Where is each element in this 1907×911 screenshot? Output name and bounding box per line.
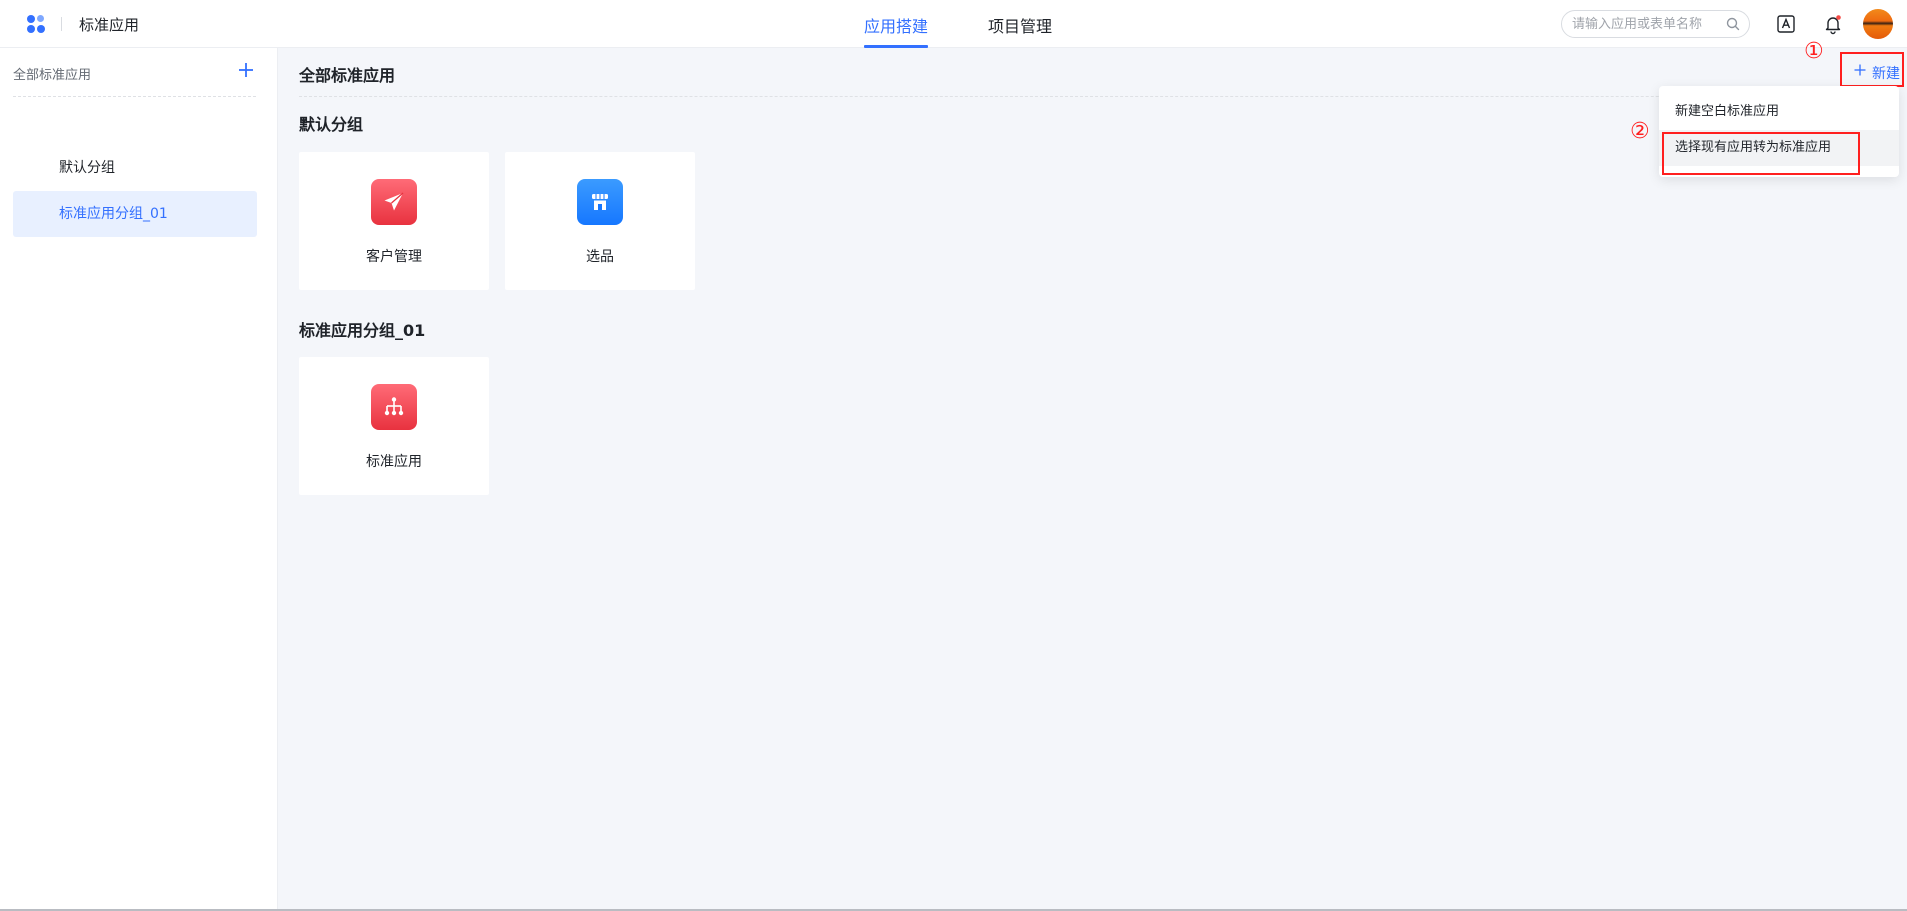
app-card-standard-app[interactable]: 标准应用 — [299, 357, 489, 495]
new-button-label: 新建 — [1872, 66, 1900, 82]
sidebar-item-standard-group-01[interactable]: 标准应用分组_01 — [13, 191, 257, 237]
top-header: 标准应用 应用搭建 项目管理 — [0, 0, 1907, 48]
app-icon-bg — [577, 179, 623, 225]
tab-project-management[interactable]: 项目管理 — [988, 13, 1052, 37]
store-icon — [592, 194, 608, 210]
add-group-icon[interactable] — [235, 59, 257, 81]
sidebar-divider — [13, 96, 256, 97]
active-tab-indicator — [864, 45, 928, 48]
app-card-label: 标准应用 — [366, 454, 422, 470]
app-card-label: 选品 — [586, 249, 614, 265]
translate-icon[interactable] — [1775, 13, 1797, 35]
annotation-marker-2: ② — [1630, 119, 1650, 144]
app-card-label: 客户管理 — [366, 249, 422, 265]
app-card-product-selection[interactable]: 选品 — [505, 152, 695, 290]
annotation-highlight-box — [1662, 132, 1860, 175]
app-icon-bg — [371, 384, 417, 430]
sidebar: 全部标准应用 默认分组 标准应用分组_01 — [0, 48, 278, 911]
header-divider — [61, 17, 62, 31]
tab-app-build[interactable]: 应用搭建 — [864, 13, 928, 37]
page-title: 全部标准应用 — [299, 66, 396, 85]
group-title-standard-01: 标准应用分组_01 — [299, 321, 426, 340]
app-title: 标准应用 — [79, 16, 140, 34]
bell-icon[interactable] — [1822, 13, 1844, 35]
paper-plane-icon — [384, 192, 404, 211]
sidebar-item-default-group[interactable]: 默认分组 — [13, 145, 257, 191]
search-box[interactable] — [1561, 10, 1750, 38]
plus-icon — [1854, 64, 1866, 76]
org-chart-icon — [384, 397, 404, 416]
menu-item-new-blank-standard-app[interactable]: 新建空白标准应用 — [1659, 94, 1899, 130]
app-logo-icon[interactable] — [27, 15, 45, 33]
app-card-customer-management[interactable]: 客户管理 — [299, 152, 489, 290]
main-divider — [299, 96, 1859, 97]
group-title-default: 默认分组 — [299, 115, 364, 134]
annotation-marker-1: ① — [1804, 39, 1824, 64]
new-button[interactable]: 新建 — [1840, 52, 1904, 87]
app-icon-bg — [371, 179, 417, 225]
search-icon[interactable] — [1726, 17, 1740, 31]
sidebar-title: 全部标准应用 — [13, 68, 92, 83]
user-avatar[interactable] — [1863, 9, 1893, 39]
search-input[interactable] — [1572, 15, 1722, 33]
